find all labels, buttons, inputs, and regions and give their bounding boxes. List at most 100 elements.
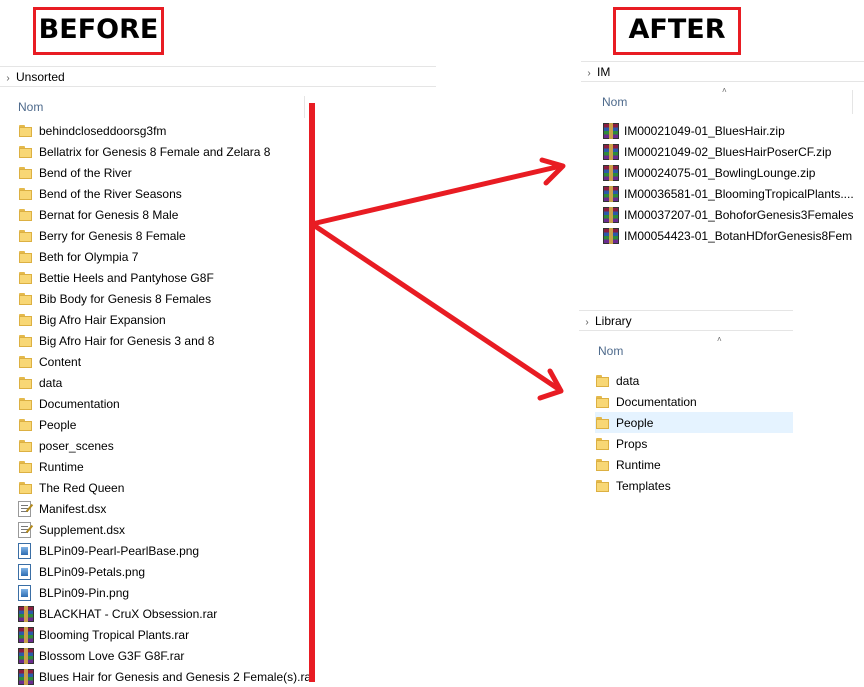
item-name: IM00054423-01_BotanHDforGenesis8Fem... [624, 228, 853, 243]
list-item[interactable]: Documentation [18, 393, 318, 414]
folder-icon [18, 270, 34, 286]
folder-icon [595, 478, 611, 494]
folder-icon [18, 438, 34, 454]
list-item[interactable]: BLACKHAT - CruX Obsession.rar [18, 603, 318, 624]
column-header-name[interactable]: Nom [602, 92, 627, 112]
item-name: The Red Queen [39, 480, 125, 495]
list-item[interactable]: behindcloseddoorsg3fm [18, 120, 318, 141]
list-item[interactable]: Beth for Olympia 7 [18, 246, 318, 267]
list-item[interactable]: Manifest.dsx [18, 498, 318, 519]
list-item[interactable]: Berry for Genesis 8 Female [18, 225, 318, 246]
list-item[interactable]: Runtime [18, 456, 318, 477]
list-item[interactable]: Props [595, 433, 793, 454]
chevron-right-icon[interactable]: › [584, 63, 594, 84]
archive-icon [18, 647, 34, 664]
column-header-name[interactable]: Nom [598, 341, 623, 361]
item-name: People [616, 415, 654, 430]
item-name: Beth for Olympia 7 [39, 249, 139, 264]
arrow-to-im [309, 163, 564, 227]
list-item[interactable]: Big Afro Hair Expansion [18, 309, 318, 330]
item-name: BLPin09-Pearl-PearlBase.png [39, 543, 200, 558]
annotation-vertical-line [309, 103, 315, 682]
item-name: Props [616, 436, 648, 451]
group-title: Unsorted [16, 70, 65, 84]
item-name: IM00024075-01_BowlingLounge.zip [624, 165, 816, 180]
list-item[interactable]: IM00037207-01_BohoforGenesis3Females... [603, 204, 853, 225]
list-item[interactable]: data [18, 372, 318, 393]
list-item[interactable]: Supplement.dsx [18, 519, 318, 540]
list-item[interactable]: Bib Body for Genesis 8 Females [18, 288, 318, 309]
folder-icon [595, 394, 611, 410]
list-item[interactable]: IM00021049-02_BluesHairPoserCF.zip [603, 141, 853, 162]
item-name: data [39, 375, 63, 390]
list-item[interactable]: People [18, 414, 318, 435]
list-item[interactable]: IM00024075-01_BowlingLounge.zip [603, 162, 853, 183]
list-item[interactable]: IM00036581-01_BloomingTropicalPlants.... [603, 183, 853, 204]
item-name: Blues Hair for Genesis and Genesis 2 Fem… [39, 669, 316, 684]
list-item[interactable]: Content [18, 351, 318, 372]
folder-icon [595, 415, 611, 431]
item-name: IM00036581-01_BloomingTropicalPlants.... [624, 186, 853, 201]
item-name: behindcloseddoorsg3fm [39, 123, 167, 138]
list-item[interactable]: Documentation [595, 391, 793, 412]
folder-icon [18, 291, 34, 307]
after-label: AFTER [613, 7, 741, 55]
item-name: Runtime [39, 459, 84, 474]
list-item[interactable]: IM00054423-01_BotanHDforGenesis8Fem... [603, 225, 853, 246]
item-name: Supplement.dsx [39, 522, 126, 537]
list-item[interactable]: Blossom Love G3F G8F.rar [18, 645, 318, 666]
item-name: Blossom Love G3F G8F.rar [39, 648, 185, 663]
item-name: data [616, 373, 640, 388]
list-item[interactable]: Bettie Heels and Pantyhose G8F [18, 267, 318, 288]
arrow-head-library [537, 368, 564, 401]
list-item[interactable]: Blues Hair for Genesis and Genesis 2 Fem… [18, 666, 318, 687]
list-item[interactable]: People [595, 412, 793, 433]
item-name: IM00021049-01_BluesHair.zip [624, 123, 785, 138]
chevron-right-icon[interactable]: › [3, 68, 13, 89]
list-item[interactable]: Blooming Tropical Plants.rar [18, 624, 318, 645]
item-name: poser_scenes [39, 438, 114, 453]
list-item[interactable]: Bellatrix for Genesis 8 Female and Zelar… [18, 141, 318, 162]
group-header-im[interactable]: › IM [581, 61, 864, 82]
list-item[interactable]: BLPin09-Pin.png [18, 582, 318, 603]
group-header-library[interactable]: › Library [579, 310, 793, 331]
column-separator[interactable] [852, 90, 853, 114]
archive-icon [603, 206, 619, 223]
list-item[interactable]: The Red Queen [18, 477, 318, 498]
before-label: BEFORE [33, 7, 164, 55]
archive-icon [603, 164, 619, 181]
list-item[interactable]: Bend of the River Seasons [18, 183, 318, 204]
item-name: Big Afro Hair for Genesis 3 and 8 [39, 333, 215, 348]
folder-icon [18, 249, 34, 265]
column-header-name[interactable]: Nom [18, 97, 43, 117]
list-item[interactable]: Bernat for Genesis 8 Male [18, 204, 318, 225]
item-name: Blooming Tropical Plants.rar [39, 627, 190, 642]
list-item[interactable]: BLPin09-Pearl-PearlBase.png [18, 540, 318, 561]
group-header-unsorted[interactable]: › Unsorted [0, 66, 436, 87]
script-file-icon [18, 500, 31, 517]
folder-icon [18, 459, 34, 475]
chevron-right-icon[interactable]: › [582, 312, 592, 333]
image-file-icon [18, 563, 31, 580]
list-item[interactable]: Templates [595, 475, 793, 496]
archive-icon [603, 122, 619, 139]
file-list-library: data Documentation People Props Runtime Templ… [595, 370, 793, 496]
item-name: Bend of the River [39, 165, 132, 180]
group-title: Library [595, 314, 632, 328]
list-item[interactable]: data [595, 370, 793, 391]
script-file-icon [18, 521, 31, 538]
list-item[interactable]: Runtime [595, 454, 793, 475]
list-item[interactable]: Bend of the River [18, 162, 318, 183]
column-separator[interactable] [304, 96, 305, 118]
list-item[interactable]: BLPin09-Petals.png [18, 561, 318, 582]
item-name: Bellatrix for Genesis 8 Female and Zelar… [39, 144, 271, 159]
arrow-to-library [309, 221, 563, 393]
item-name: Bend of the River Seasons [39, 186, 182, 201]
folder-icon [18, 144, 34, 160]
list-item[interactable]: Big Afro Hair for Genesis 3 and 8 [18, 330, 318, 351]
list-item[interactable]: IM00021049-01_BluesHair.zip [603, 120, 853, 141]
item-name: People [39, 417, 77, 432]
archive-icon [18, 668, 34, 685]
list-item[interactable]: poser_scenes [18, 435, 318, 456]
archive-icon [18, 605, 34, 622]
